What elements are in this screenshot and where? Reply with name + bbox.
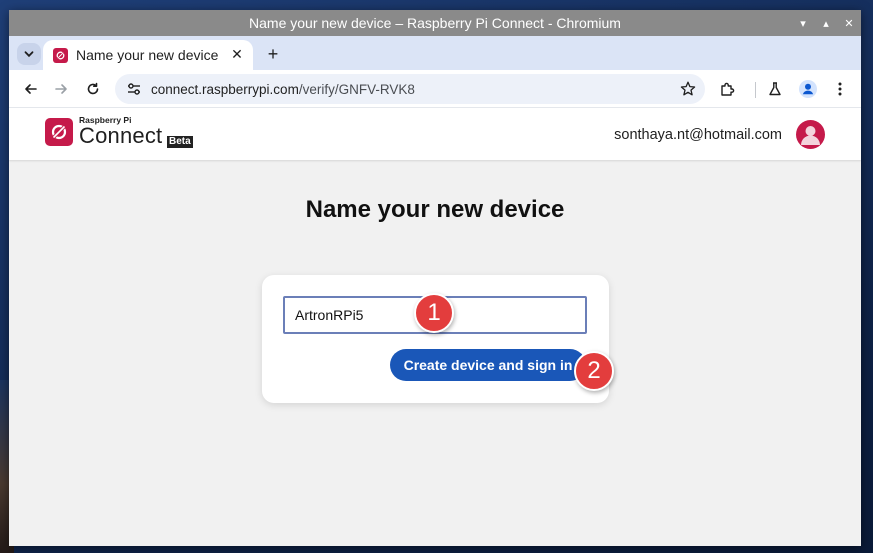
user-avatar-icon [801, 126, 820, 145]
menu-button[interactable] [830, 79, 850, 99]
raspberry-pi-connect-favicon-icon [53, 47, 68, 63]
site-header: Raspberry Pi Connect Beta sonthaya.nt@ho… [9, 108, 861, 160]
profile-avatar-icon [799, 80, 817, 98]
url-text[interactable]: connect.raspberrypi.com/verify/GNFV-RVK8 [151, 82, 415, 97]
url-host: connect.raspberrypi.com [151, 81, 299, 97]
site-settings-icon[interactable] [125, 80, 143, 98]
address-bar[interactable]: connect.raspberrypi.com/verify/GNFV-RVK8 [115, 74, 705, 104]
toolbar-divider [755, 82, 756, 98]
tab-search-button[interactable] [17, 43, 41, 65]
url-path: /verify/GNFV-RVK8 [298, 81, 415, 97]
bookmark-star-icon[interactable] [679, 80, 697, 98]
close-tab-icon[interactable]: ✕ [229, 46, 245, 63]
beta-badge: Beta [167, 136, 193, 148]
reload-icon [87, 82, 99, 95]
window-controls: ▾ ▴ ✕ [797, 10, 855, 36]
arrow-left-icon [25, 84, 37, 94]
web-page: Raspberry Pi Connect Beta sonthaya.nt@ho… [9, 108, 861, 546]
profile-button[interactable] [798, 79, 818, 99]
step-1-annotation: 1 [414, 293, 454, 333]
window-title: Name your new device – Raspberry Pi Conn… [249, 15, 621, 31]
puzzle-piece-icon [720, 82, 734, 96]
logo-connect: Connect [79, 123, 163, 148]
logo-text: Raspberry Pi Connect Beta [79, 116, 193, 148]
user-email: sonthaya.nt@hotmail.com [614, 127, 782, 143]
arrow-right-icon [55, 84, 67, 94]
browser-toolbar: connect.raspberrypi.com/verify/GNFV-RVK8 [9, 70, 861, 108]
forward-button[interactable] [51, 79, 71, 99]
user-avatar[interactable] [796, 120, 825, 149]
page-title: Name your new device [305, 196, 565, 223]
tab-strip: Name your new device ✕ + [9, 36, 861, 70]
reload-button[interactable] [83, 79, 103, 99]
tab-name-your-new-device[interactable]: Name your new device ✕ [43, 40, 253, 70]
step-2-annotation: 2 [574, 351, 614, 391]
minimize-button[interactable]: ▾ [797, 17, 809, 30]
raspberry-pi-connect-logo[interactable]: Raspberry Pi Connect Beta [45, 116, 193, 148]
browser-window: Name your new device – Raspberry Pi Conn… [9, 10, 861, 546]
flask-icon [769, 82, 781, 96]
back-button[interactable] [21, 79, 41, 99]
maximize-button[interactable]: ▴ [820, 17, 832, 30]
chevron-down-icon [24, 51, 34, 58]
window-titlebar[interactable]: Name your new device – Raspberry Pi Conn… [9, 10, 861, 36]
new-tab-button[interactable]: + [263, 44, 283, 65]
connect-logo-icon [45, 118, 73, 146]
more-vertical-icon [838, 82, 842, 96]
extensions-button[interactable] [717, 79, 737, 99]
create-device-button[interactable]: Create device and sign in [390, 349, 586, 381]
tab-title: Name your new device [76, 47, 219, 63]
labs-button[interactable] [765, 79, 785, 99]
close-window-button[interactable]: ✕ [843, 17, 855, 30]
